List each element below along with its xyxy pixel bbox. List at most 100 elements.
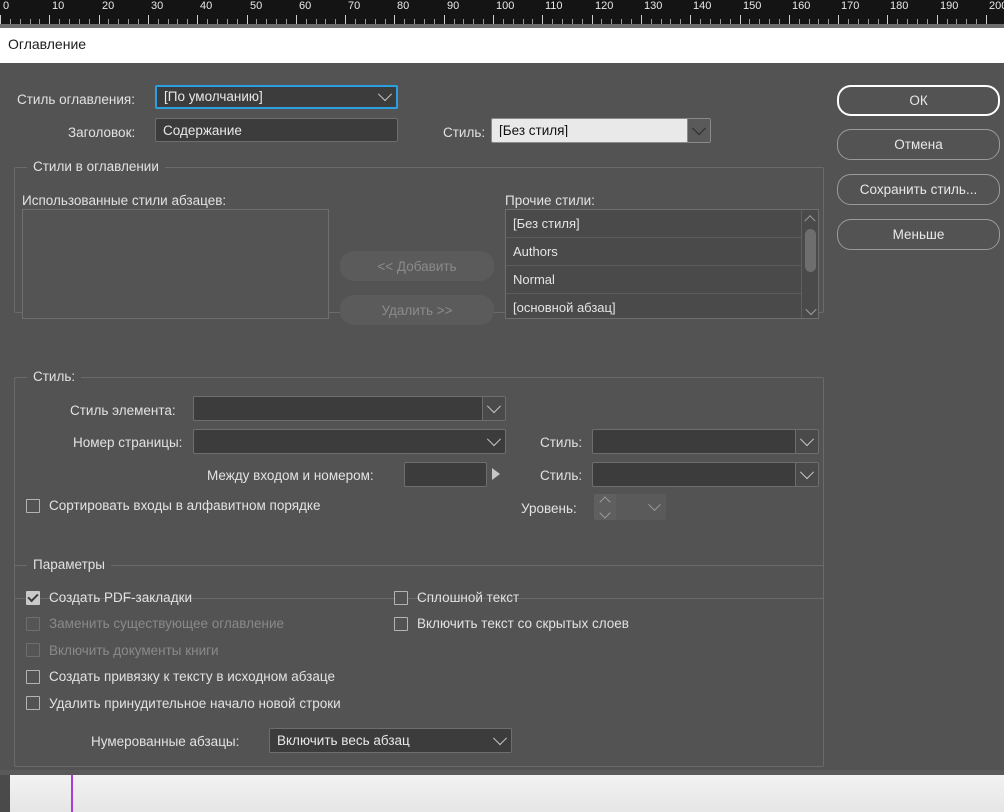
ruler-label: 90 — [447, 0, 460, 12]
ruler-tick — [444, 15, 445, 24]
option-checkbox-label: Сплошной текст — [417, 590, 520, 605]
used-styles-listbox[interactable] — [22, 209, 329, 319]
title-style-dropdown[interactable]: [Без стиля] — [491, 118, 711, 143]
level-stepper[interactable] — [594, 494, 666, 520]
chevron-down-icon — [687, 119, 710, 142]
between-input[interactable] — [404, 462, 487, 487]
ruler-label: 130 — [644, 0, 663, 12]
used-styles-label: Использованные стили абзацев: — [22, 193, 227, 208]
page-title: Оглавление — [8, 36, 87, 52]
scrollbar-thumb[interactable] — [805, 229, 816, 272]
other-styles-label: Прочие стили: — [505, 193, 595, 208]
ruler-corner-box[interactable] — [0, 775, 10, 812]
option-checkbox-label: Включить текст со скрытых слоев — [417, 616, 629, 632]
toc-style-label: Стиль оглавления: — [17, 92, 135, 107]
other-styles-scrollbar[interactable] — [801, 210, 818, 318]
ruler-tick — [148, 15, 149, 24]
numbered-paragraphs-value: Включить весь абзац — [277, 733, 410, 748]
chevron-down-icon — [482, 397, 505, 420]
less-button[interactable]: Меньше — [837, 219, 1000, 250]
option-checkbox-label: Создать привязку к тексту в исходном абз… — [49, 669, 335, 685]
document-canvas-strip — [0, 775, 1004, 812]
remove-style-button-label: Удалить >> — [381, 302, 453, 318]
chevron-down-icon — [795, 463, 818, 486]
remove-style-button[interactable]: Удалить >> — [340, 295, 494, 325]
scroll-down-arrow-icon[interactable] — [802, 303, 818, 318]
toc-style-dropdown[interactable]: [По умолчанию] — [155, 85, 398, 109]
option-checkbox-label: Заменить существующее оглавление — [49, 616, 285, 632]
option-checkbox-row[interactable]: Удалить принудительное начало новой стро… — [26, 696, 341, 711]
ruler-label: 60 — [299, 0, 312, 12]
option-checkbox[interactable] — [26, 696, 40, 711]
ruler-tick — [740, 15, 741, 24]
title-input[interactable]: Содержание — [155, 118, 398, 142]
option-checkbox-row[interactable]: Создать PDF-закладки — [26, 590, 192, 605]
ruler-tick — [542, 15, 543, 24]
option-checkbox[interactable] — [394, 616, 408, 631]
list-item[interactable]: [основной абзац] — [506, 294, 808, 318]
sort-entries-label: Сортировать входы в алфавитном порядке — [49, 498, 321, 513]
ruler-tick — [986, 15, 987, 24]
ruler-label: 100 — [496, 0, 515, 12]
ruler-label: 110 — [545, 0, 563, 12]
cancel-button-label: Отмена — [894, 137, 943, 152]
other-styles-list[interactable]: [Без стиля] Authors Normal [основной абзац] — [506, 210, 818, 318]
ruler-tick — [937, 15, 938, 24]
chevron-down-icon[interactable] — [642, 497, 666, 512]
page-number-dropdown[interactable] — [193, 429, 506, 454]
cancel-button[interactable]: Отмена — [837, 129, 1000, 160]
list-item[interactable]: Authors — [506, 238, 808, 266]
ruler-label: 30 — [151, 0, 164, 12]
ruler-label: 170 — [841, 0, 860, 12]
option-checkbox[interactable] — [26, 590, 40, 605]
ruler-label: 160 — [792, 0, 811, 12]
entry-style-dropdown[interactable] — [193, 396, 506, 421]
ruler-label: 50 — [250, 0, 263, 12]
ruler-tick — [838, 15, 839, 24]
ruler-label: 200 — [989, 0, 1004, 12]
horizontal-ruler[interactable]: 0 10 20 30 40 50 60 70 80 90 100 110 120 130 140 150 160… — [0, 0, 1004, 24]
scroll-up-arrow-icon[interactable] — [802, 210, 818, 226]
save-style-button[interactable]: Сохранить стиль... — [837, 174, 1000, 205]
option-checkbox-row: Заменить существующее оглавление — [26, 616, 284, 631]
numbered-paragraphs-label: Нумерованные абзацы: — [91, 734, 240, 749]
add-style-button[interactable]: << Добавить — [340, 251, 494, 281]
option-checkbox[interactable] — [26, 669, 40, 684]
sort-entries-checkbox[interactable] — [26, 498, 40, 513]
ruler-label: 0 — [3, 0, 10, 12]
option-checkbox-row[interactable]: Сплошной текст — [394, 590, 519, 605]
other-styles-listbox[interactable]: [Без стиля] Authors Normal [основной абзац] — [505, 209, 819, 319]
less-button-label: Меньше — [892, 227, 945, 242]
option-checkbox-row[interactable]: Включить текст со скрытых слоев — [394, 616, 629, 631]
page-number-style-dropdown[interactable] — [592, 429, 819, 454]
ruler-label: 40 — [200, 0, 213, 12]
title-style-label: Стиль: — [443, 125, 486, 140]
option-checkbox[interactable] — [394, 590, 408, 605]
ok-button[interactable]: ОК — [837, 85, 1000, 116]
numbered-paragraphs-dropdown[interactable]: Включить весь абзац — [269, 728, 512, 753]
ruler-tick — [197, 15, 198, 24]
add-style-button-label: << Добавить — [377, 258, 457, 274]
level-spinner-arrows-icon[interactable] — [594, 494, 616, 520]
option-checkbox — [26, 616, 40, 631]
sort-entries-checkbox-row[interactable]: Сортировать входы в алфавитном порядке — [26, 498, 320, 513]
chevron-down-icon — [374, 87, 396, 102]
option-checkbox-row[interactable]: Создать привязку к тексту в исходном абз… — [26, 669, 335, 684]
ruler-tick — [345, 15, 346, 24]
ruler-label: 190 — [940, 0, 959, 12]
entry-style-label: Стиль элемента: — [70, 403, 176, 418]
ruler-tick — [296, 15, 297, 24]
ruler-label: 140 — [693, 0, 712, 12]
option-checkbox-label: Включить документы книги — [49, 642, 219, 658]
level-label: Уровень: — [521, 501, 577, 516]
style-group-title: Стиль: — [27, 369, 82, 384]
between-style-dropdown[interactable] — [592, 462, 819, 487]
page-number-style-label: Стиль: — [540, 435, 583, 450]
page-number-label: Номер страницы: — [73, 435, 183, 450]
between-expand-arrow-icon[interactable] — [492, 468, 500, 480]
option-checkbox-label: Удалить принудительное начало новой стро… — [49, 695, 341, 711]
ruler-tick — [493, 15, 494, 24]
ruler-tick — [394, 15, 395, 24]
list-item[interactable]: Normal — [506, 266, 808, 294]
list-item[interactable]: [Без стиля] — [506, 210, 808, 238]
